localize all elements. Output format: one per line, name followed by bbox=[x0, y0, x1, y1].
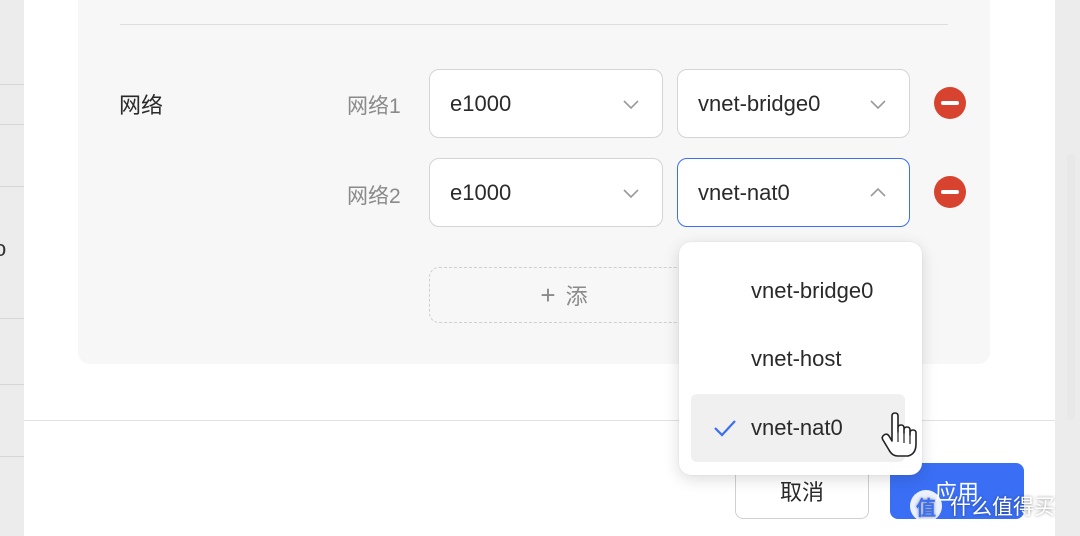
check-icon bbox=[714, 420, 736, 437]
scrollbar[interactable] bbox=[1067, 154, 1075, 420]
background-text: o bbox=[0, 236, 7, 261]
background-divider bbox=[0, 318, 24, 319]
background-divider bbox=[0, 84, 24, 85]
watermark: 值 什么值得买 bbox=[910, 490, 1055, 522]
network-2-label: 网络2 bbox=[347, 185, 401, 208]
chevron-down-icon bbox=[870, 99, 886, 109]
dropdown-option-label: vnet-host bbox=[751, 346, 842, 371]
dropdown-option-vnet-bridge0[interactable]: vnet-bridge0 bbox=[691, 257, 905, 325]
network-section-label: 网络 bbox=[119, 93, 164, 118]
background-divider bbox=[0, 186, 24, 187]
network-2-model-value: e1000 bbox=[450, 179, 512, 205]
watermark-logo-icon: 值 bbox=[910, 490, 942, 522]
network-1-interface-value: vnet-bridge0 bbox=[698, 90, 821, 116]
add-network-label: 添 bbox=[565, 284, 588, 309]
background-divider bbox=[0, 124, 24, 125]
remove-network-1-button[interactable] bbox=[934, 87, 966, 119]
add-network-button[interactable]: + 添 bbox=[429, 267, 699, 323]
network-1-interface-select[interactable]: vnet-bridge0 bbox=[677, 69, 910, 138]
network-1-label: 网络1 bbox=[347, 95, 401, 118]
network-2-interface-value: vnet-nat0 bbox=[698, 179, 790, 205]
watermark-text: 什么值得买 bbox=[950, 496, 1055, 519]
dropdown-option-label: vnet-bridge0 bbox=[751, 278, 874, 303]
dropdown-option-vnet-host[interactable]: vnet-host bbox=[691, 325, 905, 393]
chevron-down-icon bbox=[623, 188, 639, 198]
hand-pointer-icon bbox=[881, 412, 917, 457]
background-divider bbox=[0, 456, 24, 457]
network-2-interface-select[interactable]: vnet-nat0 bbox=[677, 158, 910, 227]
network-1-model-select[interactable]: e1000 bbox=[429, 69, 663, 138]
background-divider bbox=[0, 384, 24, 385]
chevron-down-icon bbox=[623, 99, 639, 109]
network-2-model-select[interactable]: e1000 bbox=[429, 158, 663, 227]
network-1-model-value: e1000 bbox=[450, 90, 512, 116]
background-edge: o bbox=[0, 0, 24, 536]
dropdown-option-label: vnet-nat0 bbox=[751, 415, 843, 440]
chevron-up-icon bbox=[870, 187, 886, 197]
remove-network-2-button[interactable] bbox=[934, 176, 966, 208]
plus-icon: + bbox=[540, 279, 556, 310]
dropdown-option-vnet-nat0[interactable]: vnet-nat0 bbox=[691, 394, 905, 462]
panel-divider bbox=[120, 24, 948, 25]
